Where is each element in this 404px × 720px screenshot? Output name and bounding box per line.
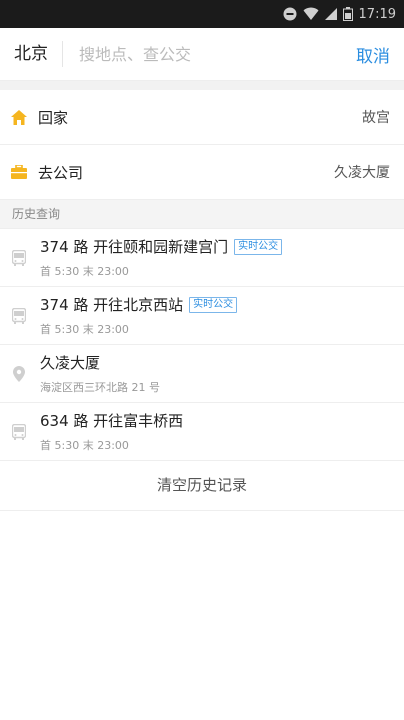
city-selector[interactable]: 北京 [0,41,63,67]
history-item[interactable]: 634 路 开往富丰桥西 首 5:30 末 23:00 [0,403,404,461]
bus-icon [10,249,28,267]
history-item-subtitle: 首 5:30 末 23:00 [40,439,129,452]
history-item-title-row: 634 路 开往富丰桥西 [40,410,183,431]
do-not-disturb-icon [283,7,297,21]
clear-history-button[interactable]: 清空历史记录 [0,461,404,511]
history-item-body: 634 路 开往富丰桥西 首 5:30 末 23:00 [40,410,183,453]
history-section-header: 历史查询 [0,200,404,229]
briefcase-icon [10,163,28,181]
shortcut-home-value: 故宫 [362,110,390,126]
cancel-button[interactable]: 取消 [342,42,404,67]
signal-icon [324,8,337,20]
history-item-title: 374 路 开往北京西站 [40,296,184,314]
history-item[interactable]: 久凌大厦 海淀区西三环北路 21 号 [0,345,404,403]
shortcut-home[interactable]: 回家 故宫 [0,90,404,145]
history-item-title-row: 374 路 开往颐和园新建宫门 实时公交 [40,236,283,257]
realtime-bus-badge: 实时公交 [234,238,283,255]
section-gap [0,81,404,90]
history-item-title-row: 374 路 开往北京西站 实时公交 [40,294,238,315]
search-header: 北京 取消 [0,28,404,81]
history-item[interactable]: 374 路 开往北京西站 实时公交 首 5:30 末 23:00 [0,287,404,345]
wifi-icon [303,7,319,21]
history-item-subtitle: 首 5:30 末 23:00 [40,323,129,336]
history-item-subtitle: 首 5:30 末 23:00 [40,265,129,278]
shortcut-company-label: 去公司 [38,163,84,182]
history-item-body: 久凌大厦 海淀区西三环北路 21 号 [40,352,160,395]
search-input[interactable] [63,44,342,64]
history-item[interactable]: 374 路 开往颐和园新建宫门 实时公交 首 5:30 末 23:00 [0,229,404,287]
shortcut-company[interactable]: 去公司 久凌大厦 [0,145,404,200]
bus-icon [10,307,28,325]
history-item-body: 374 路 开往颐和园新建宫门 实时公交 首 5:30 末 23:00 [40,236,283,279]
status-bar: 17:19 [0,0,404,28]
history-item-title: 久凌大厦 [40,354,101,372]
history-item-body: 374 路 开往北京西站 实时公交 首 5:30 末 23:00 [40,294,238,337]
battery-icon [342,7,353,21]
history-item-title: 374 路 开往颐和园新建宫门 [40,238,229,256]
home-icon [10,108,28,126]
location-pin-icon [10,365,28,383]
shortcut-home-label: 回家 [38,108,69,127]
status-time: 17:19 [358,6,396,22]
history-item-title: 634 路 开往富丰桥西 [40,412,184,430]
history-item-title-row: 久凌大厦 [40,352,160,373]
bus-icon [10,423,28,441]
history-item-subtitle: 海淀区西三环北路 21 号 [40,381,160,394]
shortcut-company-value: 久凌大厦 [334,165,390,181]
realtime-bus-badge: 实时公交 [189,296,238,313]
